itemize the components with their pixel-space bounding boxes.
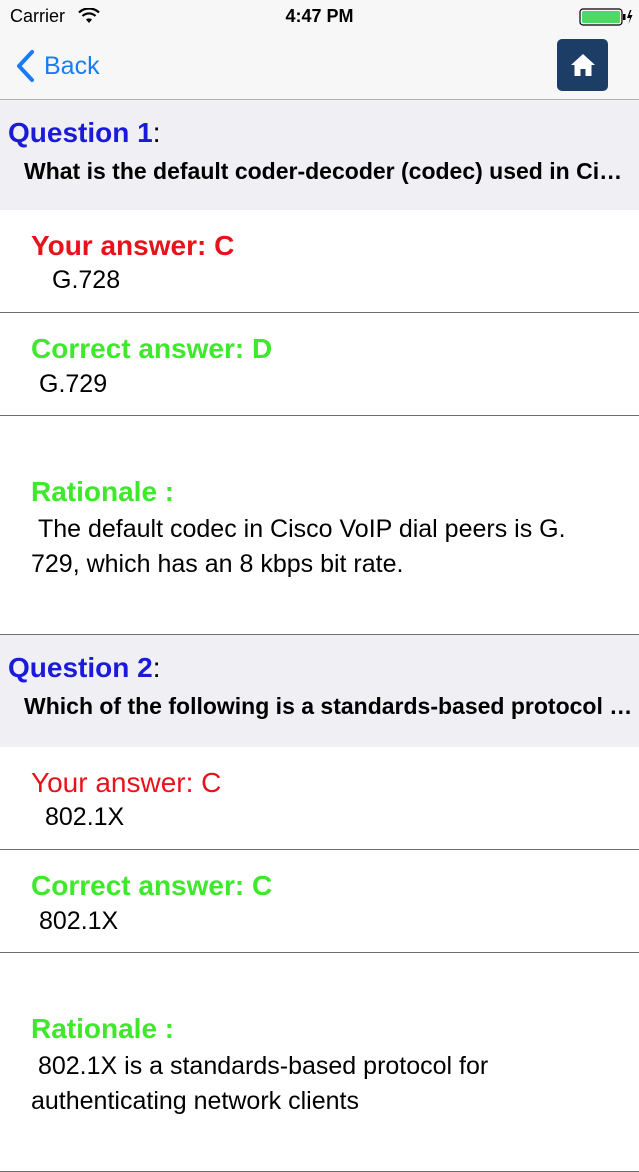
your-answer-label: Your answer: C [31, 767, 222, 798]
correct-answer-row: Correct answer: D G.729 [0, 313, 639, 416]
status-bar: Carrier 4:47 PM [0, 0, 639, 34]
navigation-bar: Back [0, 34, 639, 100]
rationale-text: The default codec in Cisco VoIP dial pee… [31, 515, 566, 578]
correct-answer-row: Correct answer: C 802.1X [0, 850, 639, 953]
correct-answer-value: 802.1X [39, 907, 119, 935]
question-text: Which of the following is a standards-ba… [24, 693, 634, 719]
your-answer-row: Your answer: C 802.1X [0, 747, 639, 850]
chevron-left-icon [17, 50, 34, 82]
status-time: 4:47 PM [285, 6, 354, 26]
question-block: Question 2: Which of the following is a … [0, 635, 639, 1172]
question-title: Question 2: [8, 652, 160, 684]
question-title: Question 1: [8, 117, 160, 149]
your-answer-label: Your answer: C [31, 230, 235, 261]
rationale-text: 802.1X is a standards-based protocol for… [31, 1052, 489, 1115]
rationale-row: Rationale : 802.1X is a standards-based … [0, 953, 639, 1172]
question-block: Question 1: What is the default coder-de… [0, 100, 639, 635]
correct-answer-label: Correct answer: D [31, 333, 273, 364]
results-list[interactable]: Question 1: What is the default coder-de… [0, 100, 639, 1172]
your-answer-value: G.728 [52, 266, 121, 294]
back-label: Back [44, 51, 100, 80]
question-title-colon: : [152, 652, 161, 683]
home-button[interactable] [557, 39, 608, 91]
question-header: Question 1: What is the default coder-de… [0, 100, 639, 210]
your-answer-value: 802.1X [45, 803, 125, 831]
question-text: What is the default coder-decoder (codec… [24, 158, 634, 184]
correct-answer-label: Correct answer: C [31, 870, 273, 901]
rationale-row: Rationale : The default codec in Cisco V… [0, 416, 639, 635]
question-title-label: Question 2 [8, 652, 153, 683]
question-title-colon: : [152, 117, 161, 148]
rationale-label: Rationale : [31, 1013, 175, 1044]
question-header: Question 2: Which of the following is a … [0, 635, 639, 747]
home-icon [570, 54, 595, 76]
question-title-label: Question 1 [8, 117, 153, 148]
correct-answer-value: G.729 [39, 370, 108, 398]
battery-icon [579, 8, 633, 26]
back-button[interactable]: Back [14, 48, 100, 84]
your-answer-row: Your answer: C G.728 [0, 210, 639, 313]
rationale-label: Rationale : [31, 476, 175, 507]
